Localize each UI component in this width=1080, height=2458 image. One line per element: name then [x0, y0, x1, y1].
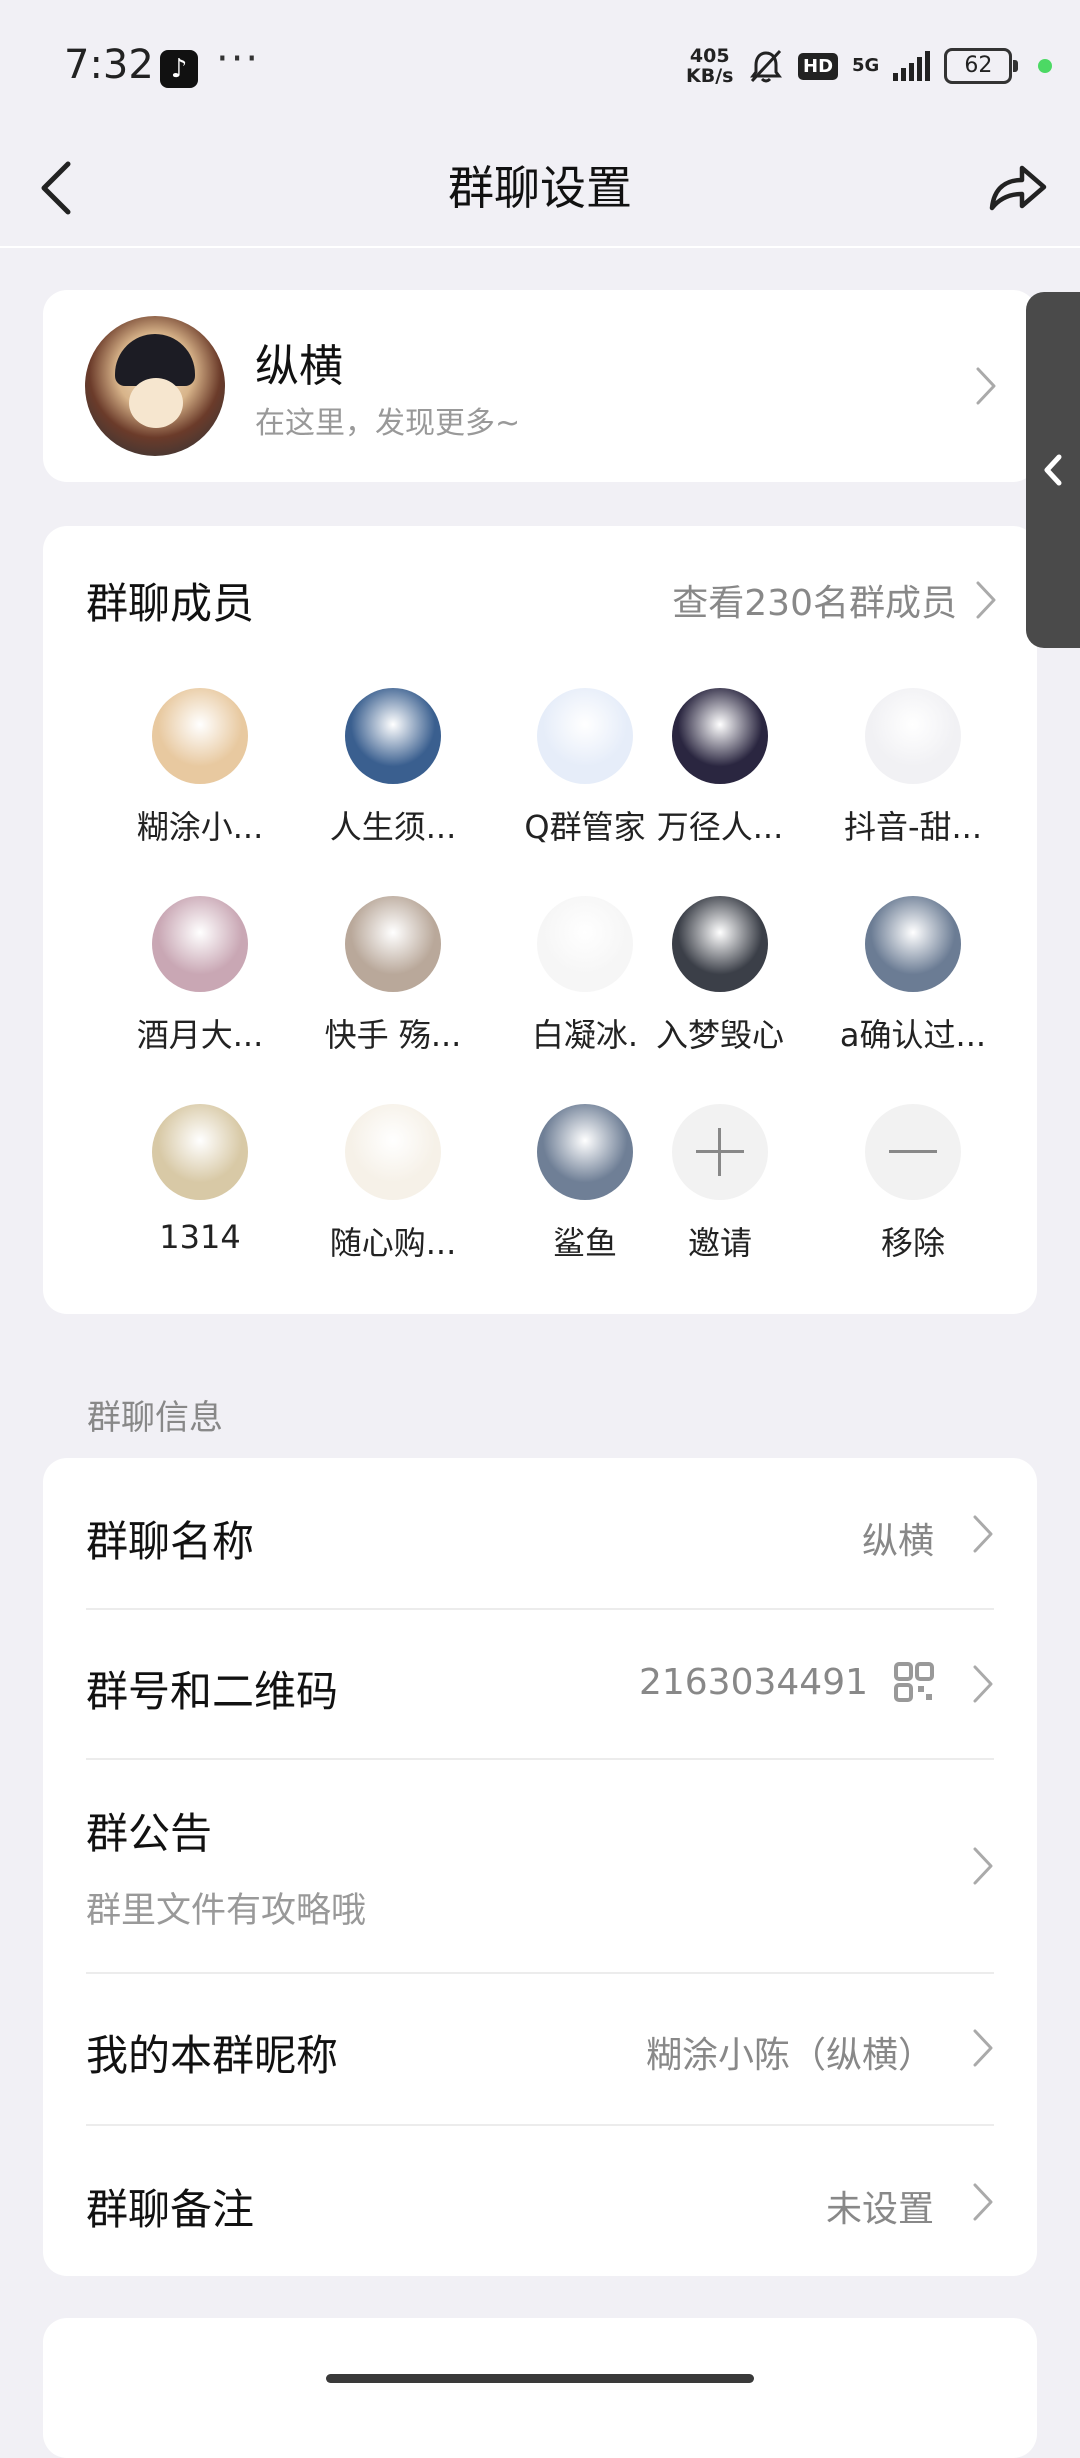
group-remark-row[interactable]: 群聊备注 未设置 — [86, 2126, 994, 2276]
home-indicator[interactable] — [326, 2374, 754, 2383]
member-item[interactable]: a确认过... — [818, 896, 1008, 1056]
status-more-dots: ··· — [216, 36, 261, 82]
member-avatar — [672, 896, 768, 992]
signal-icon — [893, 51, 931, 81]
hd-badge: HD — [798, 52, 839, 80]
members-card: 群聊成员 查看230名群成员 糊涂小... 人生须... Q群管家 万径人... 抖音-… — [43, 526, 1037, 1314]
minus-icon — [865, 1104, 961, 1200]
my-nickname-value: 糊涂小陈（纵横） — [645, 2035, 934, 2076]
member-avatar — [537, 688, 633, 784]
plus-icon — [672, 1104, 768, 1200]
group-name-row[interactable]: 群聊名称 纵横 — [86, 1458, 994, 1608]
group-notice-row[interactable]: 群公告 群里文件有攻略哦 — [86, 1760, 994, 1970]
member-name: 酒月大... — [136, 1016, 264, 1054]
nav-divider — [0, 246, 1080, 248]
member-item[interactable]: 万径人... — [625, 688, 815, 848]
chevron-right-icon — [973, 2029, 993, 2067]
status-icons: HD 5G 62 — [748, 48, 1053, 84]
member-avatar — [537, 1104, 633, 1200]
chevron-right-icon — [973, 1665, 993, 1703]
chevron-right-icon — [976, 367, 996, 405]
network-type: 5G — [852, 55, 880, 76]
network-speed-unit: KB/s — [686, 65, 734, 87]
member-avatar — [865, 896, 961, 992]
group-notice-label: 群公告 — [86, 1809, 213, 1858]
tiktok-icon: ♪ — [160, 50, 198, 88]
member-item[interactable]: 糊涂小... — [105, 688, 295, 848]
chevron-right-icon[interactable] — [975, 580, 997, 620]
remove-member-button[interactable]: 移除 — [818, 1104, 1008, 1264]
group-remark-value: 未设置 — [825, 2189, 934, 2230]
member-avatar — [152, 688, 248, 784]
group-id-qr-row[interactable]: 群号和二维码 2163034491 — [86, 1610, 994, 1758]
member-avatar — [865, 688, 961, 784]
floating-side-tab[interactable] — [1026, 292, 1080, 648]
member-name: 万径人... — [656, 808, 784, 846]
group-name: 纵横 — [255, 341, 343, 392]
network-speed: 405 KB/s — [686, 46, 733, 86]
group-id-label: 群号和二维码 — [86, 1667, 339, 1716]
member-item[interactable]: 随心购... — [298, 1104, 488, 1264]
bell-muted-icon — [750, 49, 782, 83]
member-avatar — [345, 896, 441, 992]
group-profile-card[interactable]: 纵横 在这里，发现更多~ — [43, 290, 1037, 482]
privacy-indicator-dot — [1038, 59, 1053, 73]
member-item[interactable]: 快手 殇... — [298, 896, 488, 1056]
member-name: 抖音-甜... — [843, 808, 983, 846]
member-name: 1314 — [159, 1218, 241, 1256]
member-name: 人生须... — [329, 808, 457, 846]
chevron-right-icon — [973, 1847, 993, 1885]
member-avatar — [152, 1104, 248, 1200]
group-name-value: 纵横 — [861, 1521, 934, 1562]
network-speed-value: 405 — [689, 45, 730, 67]
section-label-group-info: 群聊信息 — [87, 1398, 223, 1438]
group-notice-value: 群里文件有攻略哦 — [86, 1891, 367, 1931]
group-avatar — [85, 316, 225, 456]
member-item[interactable]: 1314 — [105, 1104, 295, 1256]
member-name: 快手 殇... — [324, 1016, 462, 1054]
status-time: 7:32 — [64, 42, 154, 88]
nav-bar: 群聊设置 — [0, 130, 1080, 246]
member-name: 糊涂小... — [136, 808, 264, 846]
chevron-right-icon — [973, 2183, 993, 2221]
group-info-card: 群聊名称 纵横 群号和二维码 2163034491 群公告 群里文件有攻略哦 我… — [43, 1458, 1037, 2276]
member-name: 随心购... — [329, 1224, 457, 1262]
member-avatar — [152, 896, 248, 992]
member-avatar — [537, 896, 633, 992]
group-remark-label: 群聊备注 — [86, 2185, 255, 2234]
member-item[interactable]: 入梦毁心 — [625, 896, 815, 1056]
share-icon[interactable] — [984, 154, 1050, 220]
remove-label: 移除 — [880, 1224, 945, 1262]
member-item[interactable]: 酒月大... — [105, 896, 295, 1056]
member-avatar — [345, 688, 441, 784]
member-item[interactable]: 抖音-甜... — [818, 688, 1008, 848]
member-avatar — [345, 1104, 441, 1200]
member-name: 入梦毁心 — [655, 1016, 784, 1054]
next-card-partial — [43, 2318, 1037, 2458]
group-id-value: 2163034491 — [638, 1662, 868, 1703]
member-item[interactable]: 人生须... — [298, 688, 488, 848]
invite-label: 邀请 — [687, 1224, 752, 1262]
status-bar: 7:32 ♪ ··· 405 KB/s HD 5G 62 — [0, 0, 1080, 130]
group-name-label: 群聊名称 — [86, 1517, 255, 1566]
chevron-right-icon — [973, 1515, 993, 1553]
invite-member-button[interactable]: 邀请 — [625, 1104, 815, 1264]
members-title: 群聊成员 — [86, 579, 255, 628]
member-avatar — [672, 688, 768, 784]
battery-icon: 62 — [944, 48, 1019, 84]
page-title: 群聊设置 — [448, 161, 632, 215]
chevron-left-icon — [1044, 454, 1062, 486]
view-all-members-link[interactable]: 查看230名群成员 — [672, 574, 957, 626]
member-name: a确认过... — [839, 1016, 987, 1054]
my-nickname-row[interactable]: 我的本群昵称 糊涂小陈（纵横） — [86, 1974, 994, 2124]
group-subtitle: 在这里，发现更多~ — [255, 406, 521, 441]
qr-code-icon — [894, 1662, 934, 1702]
my-nickname-label: 我的本群昵称 — [86, 2031, 339, 2080]
